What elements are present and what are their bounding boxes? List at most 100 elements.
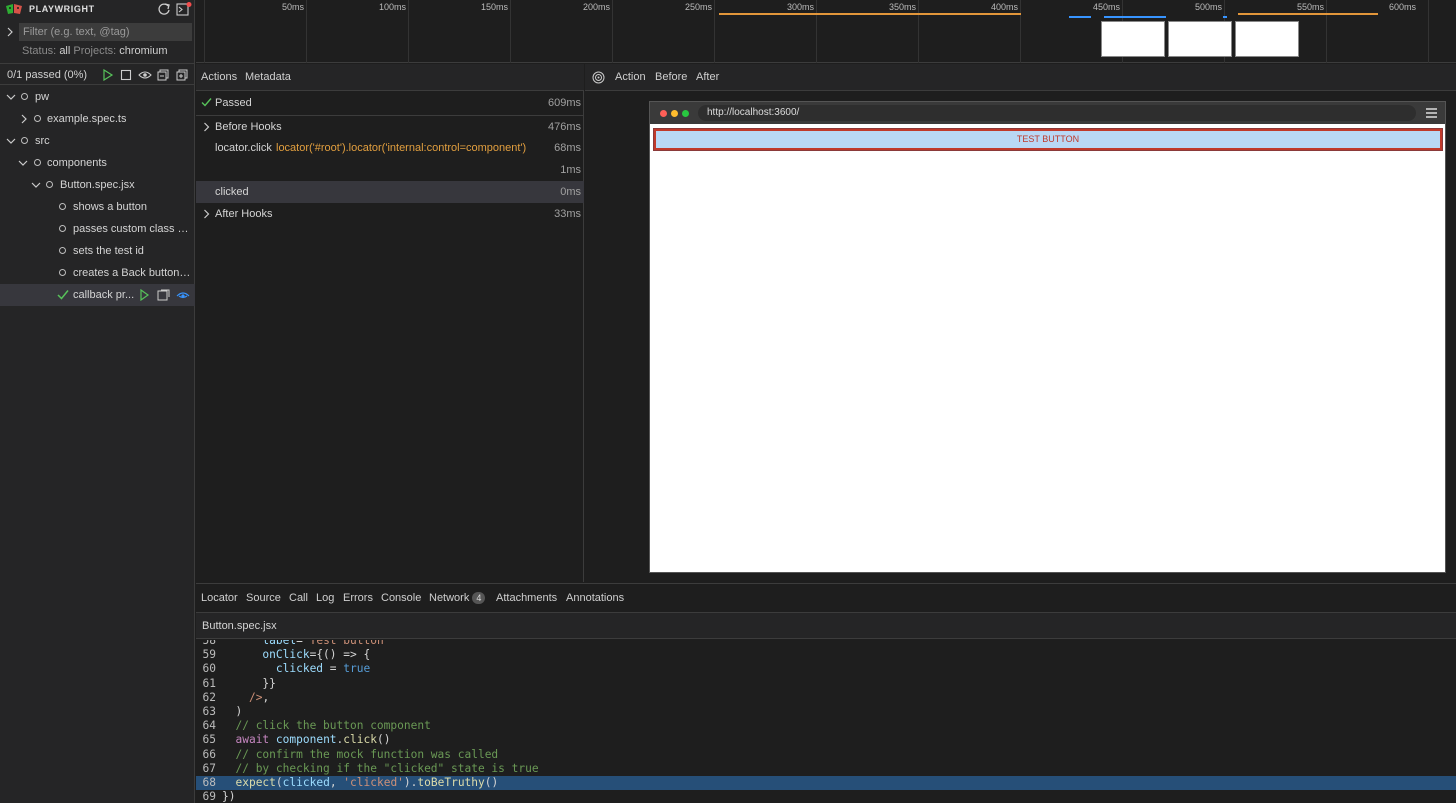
tree-label: pw <box>35 91 50 103</box>
code-text: // confirm the mock function was called <box>235 747 499 761</box>
chevron-right-icon[interactable] <box>203 209 210 219</box>
tick-label: 100ms <box>378 2 406 12</box>
timeline-action-bar[interactable] <box>1223 16 1227 18</box>
code-line: 69}) <box>196 790 1456 803</box>
tab-actions[interactable]: Actions <box>201 71 237 83</box>
tree-item-src[interactable]: src <box>0 130 195 152</box>
expand-all-icon[interactable] <box>176 69 188 81</box>
timeline-action-bar[interactable] <box>1069 16 1091 18</box>
screenshot-thumbnail[interactable] <box>1235 21 1299 57</box>
tab-annotations[interactable]: Annotations <box>566 592 624 604</box>
tree-item-test-selected[interactable]: callback pr... <box>0 284 195 306</box>
action-row-step[interactable]: 1ms <box>196 159 584 181</box>
tick-label: 250ms <box>684 2 712 12</box>
tree-item-pw[interactable]: pw <box>0 86 195 108</box>
go-to-source-icon[interactable] <box>157 289 170 301</box>
tab-metadata[interactable]: Metadata <box>245 71 291 83</box>
tab-locator[interactable]: Locator <box>201 592 238 604</box>
tab-after[interactable]: After <box>696 71 719 83</box>
tab-call[interactable]: Call <box>289 592 308 604</box>
code-text: ) <box>222 705 243 718</box>
action-row-clicked[interactable]: clicked 0ms <box>196 181 584 203</box>
terminal-icon[interactable] <box>176 2 192 16</box>
run-all-icon[interactable] <box>102 69 114 81</box>
snapshot-browser-frame: http://localhost:3600/ TEST BUTTON <box>649 101 1446 573</box>
tab-action[interactable]: Action <box>615 71 646 83</box>
collapse-all-icon[interactable] <box>157 69 169 81</box>
status-filter[interactable]: Status: all Projects: chromium <box>22 45 168 57</box>
chevron-down-icon[interactable] <box>31 181 41 189</box>
tree-item-test[interactable]: passes custom class n... <box>0 218 195 240</box>
screenshot-thumbnail[interactable] <box>1101 21 1165 57</box>
tab-network[interactable]: Network 4 <box>429 592 486 604</box>
status-circle-icon <box>59 247 66 254</box>
tree-item-button-spec[interactable]: Button.spec.jsx <box>0 174 195 196</box>
tree-item-test[interactable]: sets the test id <box>0 240 195 262</box>
tab-before[interactable]: Before <box>655 71 687 83</box>
tab-attachments[interactable]: Attachments <box>496 592 557 604</box>
action-row-before-hooks[interactable]: Before Hooks 476ms <box>196 115 584 137</box>
watch-icon[interactable] <box>138 69 152 81</box>
tick-line <box>714 0 715 63</box>
reload-icon[interactable] <box>157 2 171 16</box>
tab-console[interactable]: Console <box>381 592 421 604</box>
code-text: }) <box>222 790 236 803</box>
chevron-down-icon[interactable] <box>6 137 16 145</box>
chevron-down-icon[interactable] <box>18 159 28 167</box>
chevron-right-icon[interactable] <box>6 27 14 37</box>
app-title: PLAYWRIGHT <box>29 4 95 14</box>
action-row-locator-click[interactable]: locator.click locator('#root').locator('… <box>196 137 584 159</box>
tab-log[interactable]: Log <box>316 592 334 604</box>
chevron-right-icon[interactable] <box>20 114 28 124</box>
code-text: expect(clicked, 'clicked').toBeTruthy() <box>235 776 499 789</box>
action-label: clicked <box>215 186 249 198</box>
watch-test-icon[interactable] <box>176 289 190 301</box>
timeline-action-bar[interactable] <box>719 13 1021 15</box>
run-test-icon[interactable] <box>139 289 150 301</box>
tree-item-components[interactable]: components <box>0 152 195 174</box>
action-row-after-hooks[interactable]: After Hooks 33ms <box>196 203 584 225</box>
code-text: onClick={() => { <box>262 648 371 662</box>
tab-source[interactable]: Source <box>246 592 281 604</box>
chevron-down-icon[interactable] <box>6 93 16 101</box>
snapshot-url: http://localhost:3600/ <box>698 105 1416 121</box>
line-number: 58 <box>202 640 216 647</box>
code-line: 62 />, <box>196 691 1456 705</box>
action-duration: 33ms <box>554 208 581 220</box>
stop-icon[interactable] <box>120 69 132 81</box>
line-number: 63 <box>202 705 216 718</box>
timeline-action-bar[interactable] <box>1238 13 1378 15</box>
pick-locator-icon[interactable] <box>592 71 605 84</box>
tab-errors[interactable]: Errors <box>343 592 373 604</box>
line-number: 66 <box>202 747 216 761</box>
timeline[interactable]: 50ms 100ms 150ms 200ms 250ms 300ms 350ms… <box>196 0 1456 63</box>
tree-item-test[interactable]: creates a Back button ... <box>0 262 195 284</box>
chevron-right-icon[interactable] <box>203 122 210 132</box>
details-panel: Locator Source Call Log Errors Console N… <box>196 583 1456 803</box>
line-number: 61 <box>202 676 216 690</box>
snapshot-panel: Action Before After http://localhost:360… <box>585 64 1456 582</box>
passed-summary: 0/1 passed (0%) <box>7 69 88 81</box>
code-text: />, <box>248 690 270 704</box>
tick-label: 500ms <box>1194 2 1222 12</box>
tick-line <box>918 0 919 63</box>
code-line: 67 // by checking if the "clicked" state… <box>196 762 1456 776</box>
test-button[interactable]: TEST BUTTON <box>654 129 1442 150</box>
tree-label: example.spec.ts <box>47 113 127 125</box>
tick-label: 200ms <box>582 2 610 12</box>
action-row-passed[interactable]: Passed 609ms <box>196 92 584 114</box>
tree-label: shows a button <box>73 201 147 213</box>
tree-label: components <box>47 157 107 169</box>
tick-line <box>306 0 307 63</box>
tree-item-example-spec[interactable]: example.spec.ts <box>0 108 195 130</box>
screenshot-thumbnail[interactable] <box>1168 21 1232 57</box>
playwright-logo-icon <box>5 2 23 16</box>
tree-item-test[interactable]: shows a button <box>0 196 195 218</box>
source-code-view[interactable]: 58 label="Test button" 59 onClick={() =>… <box>196 640 1456 803</box>
tick-line <box>408 0 409 63</box>
timeline-action-bar[interactable] <box>1104 16 1166 18</box>
network-count-badge: 4 <box>472 592 486 604</box>
line-number: 68 <box>202 776 216 789</box>
filter-input[interactable] <box>19 23 192 41</box>
tree-label: callback pr... <box>73 289 135 301</box>
